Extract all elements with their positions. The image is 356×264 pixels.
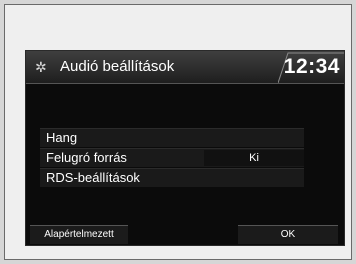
menu-item-label: RDS-beállítások — [46, 170, 140, 185]
infotainment-screen: ✲ Audió beállítások 12:34 Hang Felugró f… — [25, 50, 345, 246]
figure-frame: ✲ Audió beállítások 12:34 Hang Felugró f… — [4, 4, 352, 260]
setting-value: Ki — [249, 152, 259, 164]
default-button[interactable]: Alapértelmezett — [30, 225, 128, 244]
clock: 12:34 — [283, 55, 340, 78]
menu-item-hang[interactable]: Hang — [40, 128, 304, 147]
ok-button[interactable]: OK — [238, 225, 338, 244]
screen-header: ✲ Audió beállítások 12:34 — [26, 51, 344, 84]
menu-item-felugro-forras[interactable]: Felugró forrás Ki — [40, 148, 304, 167]
menu-item-rds-beallitasok[interactable]: RDS-beállítások — [40, 168, 304, 187]
menu-item-label: Hang — [46, 130, 78, 145]
menu-item-label: Felugró forrás — [46, 150, 127, 165]
setting-value-box: Ki — [204, 150, 304, 166]
clock-tab: 12:34 — [278, 51, 344, 83]
gear-icon: ✲ — [35, 59, 47, 75]
page-title: Audió beállítások — [60, 58, 175, 75]
